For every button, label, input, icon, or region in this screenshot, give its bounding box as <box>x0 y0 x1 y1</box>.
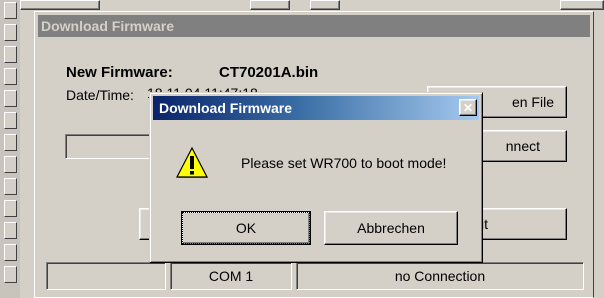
warning-icon <box>175 146 209 180</box>
background-tab[interactable] <box>4 200 17 217</box>
background-header-cell <box>20 0 100 10</box>
background-header-cell <box>560 0 604 10</box>
status-connection: no Connection <box>296 262 584 290</box>
background-tab[interactable] <box>4 266 17 283</box>
status-connection-text: no Connection <box>394 268 486 284</box>
cancel-button-label: Abbrechen <box>357 220 425 236</box>
background-tab[interactable] <box>4 178 17 195</box>
background-left-column <box>0 0 20 298</box>
background-tab[interactable] <box>4 244 17 261</box>
new-firmware-filename: CT70201A.bin <box>219 64 319 81</box>
open-file-button-label: en File <box>511 94 554 110</box>
status-port-text: COM 1 <box>208 268 254 284</box>
background-top-strip <box>20 0 604 10</box>
dialog-titlebar[interactable]: Download Firmware ✕ <box>153 96 479 120</box>
background-tab[interactable] <box>4 222 17 239</box>
ok-button[interactable]: OK <box>181 211 311 245</box>
background-header-cell <box>310 0 340 10</box>
ok-button-label: OK <box>235 220 257 236</box>
firmware-window-titlebar[interactable]: Download Firmware <box>38 15 590 37</box>
status-cell-blank <box>46 262 166 290</box>
background-tab[interactable] <box>4 2 17 19</box>
boot-mode-dialog: Download Firmware ✕ Please set WR700 to … <box>149 92 483 263</box>
background-tab[interactable] <box>4 68 17 85</box>
ok-focus-ring: OK <box>182 212 310 244</box>
background-tab[interactable] <box>4 46 17 63</box>
background-tab[interactable] <box>4 24 17 41</box>
new-firmware-label: New Firmware: <box>66 64 173 81</box>
status-bar: COM 1 no Connection <box>38 262 590 290</box>
background-tab[interactable] <box>4 156 17 173</box>
dialog-close-button[interactable]: ✕ <box>459 99 477 116</box>
dialog-title: Download Firmware <box>159 100 293 116</box>
datetime-label: Date/Time: <box>66 87 134 103</box>
connect-button-label: nnect <box>505 138 540 154</box>
background-header-cell <box>250 0 290 10</box>
background-tab[interactable] <box>4 134 17 151</box>
firmware-window-title: Download Firmware <box>41 18 175 34</box>
background-tab[interactable] <box>4 112 17 129</box>
background-tab[interactable] <box>4 90 17 107</box>
close-icon: ✕ <box>462 100 474 115</box>
status-port: COM 1 <box>170 262 292 290</box>
dialog-message: Please set WR700 to boot mode! <box>241 155 447 171</box>
cancel-button[interactable]: Abbrechen <box>324 211 458 245</box>
